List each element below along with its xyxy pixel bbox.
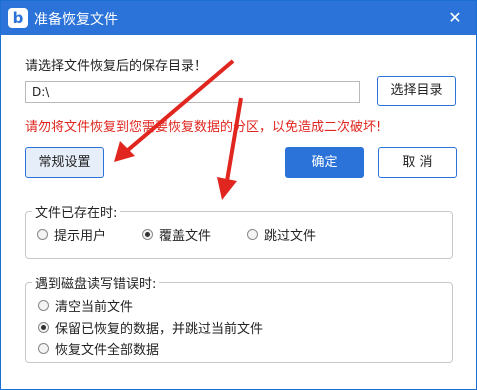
annotation-arrows: [114, 59, 243, 200]
arrow-to-overwrite-option: [217, 97, 243, 200]
arrow-to-general-settings: [114, 59, 235, 162]
recover-dialog: b 准备恢复文件 ✕ 请选择文件恢复后的保存目录！ 选择目录 请勿将文件恢复到您…: [0, 0, 477, 390]
